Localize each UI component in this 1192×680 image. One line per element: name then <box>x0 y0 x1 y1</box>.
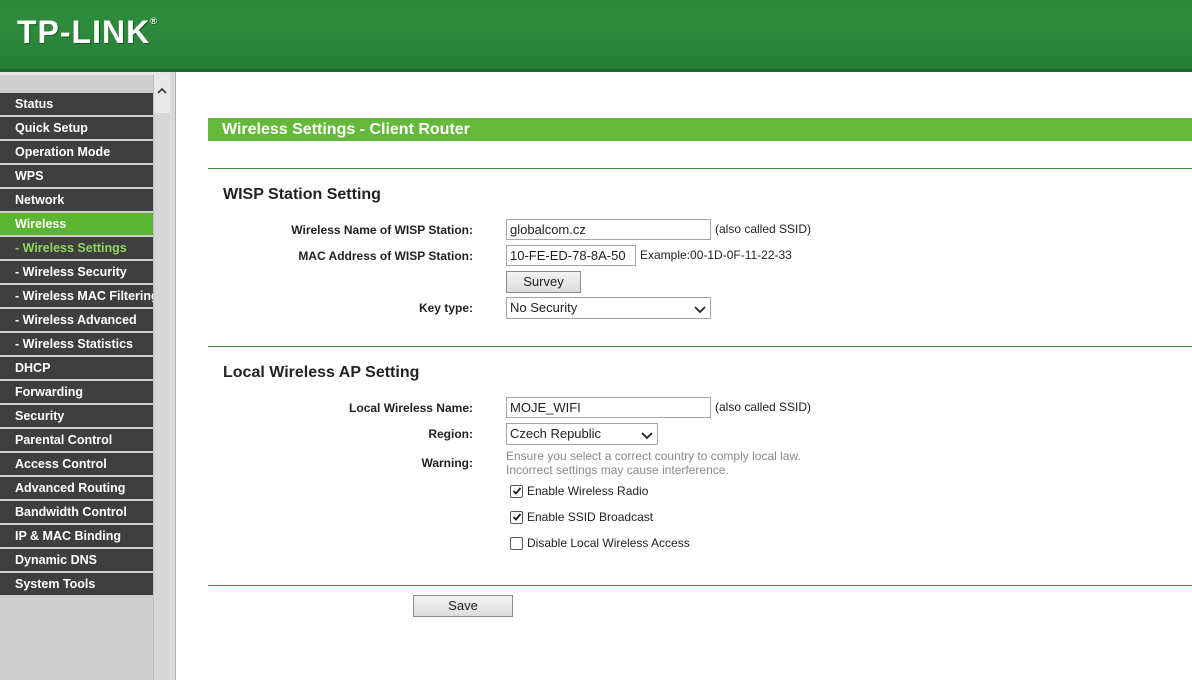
divider <box>208 346 1192 347</box>
survey-button[interactable]: Survey <box>506 271 581 293</box>
sidebar-item-network[interactable]: Network <box>0 189 153 211</box>
save-button[interactable]: Save <box>413 595 513 617</box>
enable-wireless-radio-label: Enable Wireless Radio <box>527 484 649 498</box>
local-section-title: Local Wireless AP Setting <box>223 364 420 381</box>
sidebar-item-access-control[interactable]: Access Control <box>0 453 153 475</box>
sidebar-item-dynamic-dns[interactable]: Dynamic DNS <box>0 549 153 571</box>
sidebar-item-wireless-settings[interactable]: - Wireless Settings <box>0 237 153 259</box>
sidebar-item-wireless[interactable]: Wireless <box>0 213 153 235</box>
sidebar-item-wps[interactable]: WPS <box>0 165 153 187</box>
warning-line-2: Incorrect settings may cause interferenc… <box>506 463 729 477</box>
chevron-down-icon <box>694 301 706 321</box>
sidebar-menu: Status Quick Setup Operation Mode WPS Networ… <box>0 93 153 597</box>
wisp-section-title: WISP Station Setting <box>223 186 381 203</box>
disable-local-access-row[interactable]: Disable Local Wireless Access <box>510 536 690 550</box>
sidebar-item-ip-mac-binding[interactable]: IP & MAC Binding <box>0 525 153 547</box>
sidebar-item-wireless-advanced[interactable]: - Wireless Advanced <box>0 309 153 331</box>
enable-ssid-broadcast-row[interactable]: Enable SSID Broadcast <box>510 510 653 524</box>
key-type-label: Key type: <box>418 301 473 315</box>
sidebar-item-wireless-mac-filtering[interactable]: - Wireless MAC Filtering <box>0 285 153 307</box>
local-ssid-hint: (also called SSID) <box>715 400 812 414</box>
sidebar-item-wireless-statistics[interactable]: - Wireless Statistics <box>0 333 153 355</box>
wisp-mac-hint: Example:00-1D-0F-11-22-33 <box>640 248 792 262</box>
disable-local-access-label: Disable Local Wireless Access <box>527 536 690 550</box>
region-select[interactable]: Czech Republic <box>506 423 658 445</box>
scroll-up-arrow-icon[interactable] <box>154 75 170 113</box>
sidebar-item-security[interactable]: Security <box>0 405 153 427</box>
sidebar-item-forwarding[interactable]: Forwarding <box>0 381 153 403</box>
wisp-mac-input[interactable] <box>506 245 636 266</box>
chevron-down-icon <box>641 427 653 447</box>
sidebar-item-operation-mode[interactable]: Operation Mode <box>0 141 153 163</box>
wisp-ssid-hint: (also called SSID) <box>715 222 812 236</box>
wisp-ssid-label: Wireless Name of WISP Station: <box>291 223 473 237</box>
local-name-label: Local Wireless Name: <box>349 401 473 415</box>
sidebar: Status Quick Setup Operation Mode WPS Networ… <box>0 75 170 680</box>
wisp-mac-label: MAC Address of WISP Station: <box>298 249 473 263</box>
sidebar-item-dhcp[interactable]: DHCP <box>0 357 153 379</box>
tp-link-logo: TP-LINK® <box>17 14 158 50</box>
key-type-select[interactable]: No Security <box>506 297 711 319</box>
sidebar-scrollbar[interactable] <box>153 75 170 680</box>
main-content: Wireless Settings - Client Router WISP S… <box>176 72 1192 680</box>
warning-line-1: Ensure you select a correct country to c… <box>506 449 801 463</box>
enable-ssid-broadcast-label: Enable SSID Broadcast <box>527 510 654 524</box>
sidebar-item-quick-setup[interactable]: Quick Setup <box>0 117 153 139</box>
divider <box>208 168 1192 169</box>
warning-label: Warning: <box>421 456 473 470</box>
sidebar-item-parental-control[interactable]: Parental Control <box>0 429 153 451</box>
sidebar-item-wireless-security[interactable]: - Wireless Security <box>0 261 153 283</box>
sidebar-item-advanced-routing[interactable]: Advanced Routing <box>0 477 153 499</box>
enable-wireless-radio-checkbox[interactable] <box>510 484 523 498</box>
sidebar-item-bandwidth-control[interactable]: Bandwidth Control <box>0 501 153 523</box>
warning-text: Ensure you select a correct country to c… <box>506 449 801 477</box>
enable-wireless-radio-row[interactable]: Enable Wireless Radio <box>510 484 648 498</box>
sidebar-item-status[interactable]: Status <box>0 93 153 115</box>
wisp-ssid-input[interactable] <box>506 219 711 240</box>
sidebar-item-system-tools[interactable]: System Tools <box>0 573 153 595</box>
region-label: Region: <box>428 427 473 441</box>
disable-local-access-checkbox[interactable] <box>510 536 523 550</box>
local-ssid-input[interactable] <box>506 397 711 418</box>
page-title: Wireless Settings - Client Router <box>208 118 1192 141</box>
header: TP-LINK® <box>0 0 1192 72</box>
divider <box>208 585 1192 586</box>
enable-ssid-broadcast-checkbox[interactable] <box>510 510 523 524</box>
